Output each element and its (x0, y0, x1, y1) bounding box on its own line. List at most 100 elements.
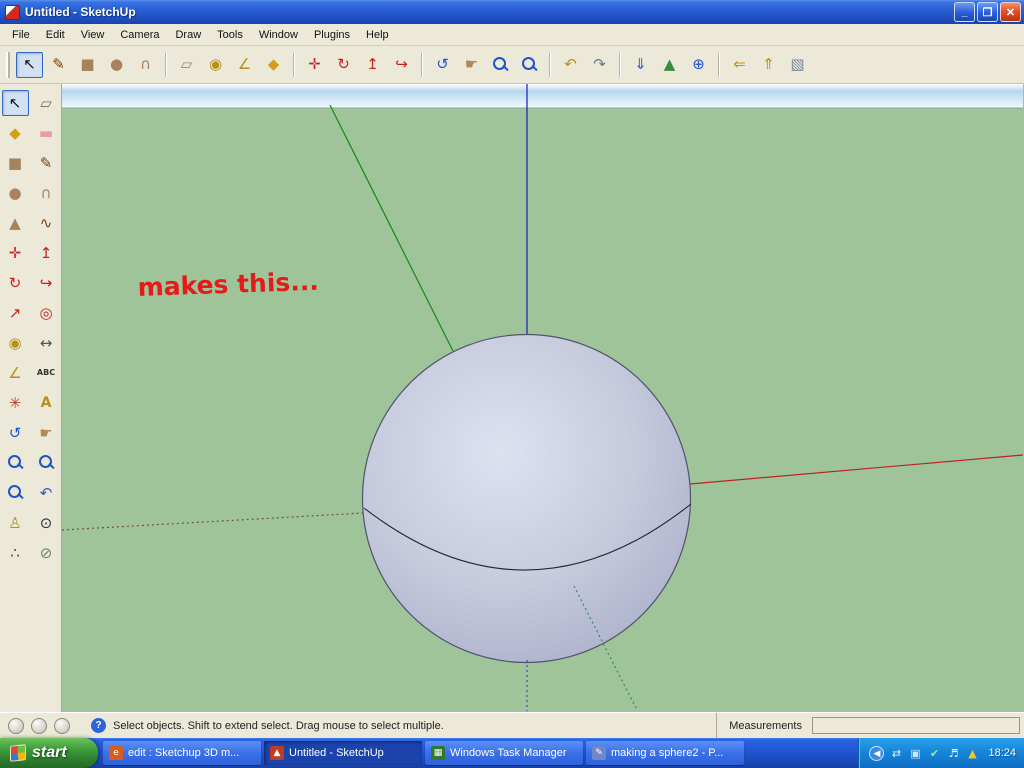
rectangle-tool[interactable]: ■ (74, 52, 101, 78)
axes-tool[interactable]: ✳ (2, 390, 29, 416)
push-pull-tool[interactable]: ↥ (33, 240, 60, 266)
get-models-tool[interactable]: ⇐ (726, 52, 753, 78)
zoom-extents-tool[interactable] (516, 52, 543, 78)
hide-icons-button[interactable]: ◀ (869, 745, 885, 761)
pan-tool[interactable]: ☛ (458, 52, 485, 78)
look-around-tool[interactable]: ⊙ (33, 510, 60, 536)
measurements-input[interactable] (812, 717, 1020, 734)
network-status-icon[interactable]: ⇄ (888, 745, 904, 761)
status-indicator-1[interactable] (8, 717, 24, 734)
select-tool[interactable]: ↖ (16, 51, 43, 78)
make-component-tool[interactable]: ▱ (33, 90, 60, 116)
paint-bucket-tool[interactable]: ◆ (2, 120, 29, 146)
toggle-terrain-tool[interactable]: ▲ (656, 52, 683, 78)
circle-tool[interactable]: ● (103, 52, 130, 78)
arc-tool[interactable]: ∩ (132, 52, 159, 78)
share-model-tool[interactable]: ⇑ (755, 52, 782, 78)
tool-icon: ⊕ (692, 55, 705, 73)
menu-file[interactable]: File (4, 26, 38, 44)
tape-measure-tool[interactable]: ◉ (202, 52, 229, 78)
next-view-tool[interactable]: ↷ (586, 52, 613, 78)
freehand-tool[interactable]: ∿ (33, 210, 60, 236)
previous-view-tool[interactable]: ↶ (557, 52, 584, 78)
protractor-tool[interactable]: ∠ (231, 52, 258, 78)
tool-icon (4, 482, 27, 504)
orbit-tool[interactable]: ↺ (429, 52, 456, 78)
menu-window[interactable]: Window (251, 26, 306, 44)
toolbar-drag-handle[interactable] (6, 51, 10, 78)
display-settings-icon[interactable]: ▣ (907, 745, 923, 761)
dimension-tool[interactable]: ↔ (33, 330, 60, 356)
google-earth-tool[interactable]: ⊕ (685, 52, 712, 78)
3d-text-tool[interactable]: A (33, 390, 60, 416)
menu-tools[interactable]: Tools (209, 26, 251, 44)
zoom-tool[interactable] (2, 450, 29, 476)
security-center-icon[interactable]: ✔ (926, 745, 942, 761)
offset-tool[interactable]: ◎ (33, 300, 60, 326)
text-tool[interactable]: ABC (33, 360, 60, 386)
tool-icon: A (40, 395, 52, 411)
line-tool[interactable]: ✎ (33, 150, 60, 176)
task-edit-sketchup-3d[interactable]: e edit : Sketchup 3D m... (103, 741, 261, 765)
position-camera-tool[interactable]: ♙ (2, 510, 29, 536)
polygon-tool[interactable]: ▲ (2, 210, 29, 236)
rotate-tool[interactable]: ↻ (330, 52, 357, 78)
menu-edit[interactable]: Edit (38, 26, 73, 44)
volume-icon[interactable]: ♬ (945, 745, 961, 761)
sphere[interactable] (361, 333, 692, 664)
tool-icon: ⇑ (762, 55, 775, 73)
viewport-canvas[interactable]: makes this... (62, 84, 1024, 712)
taskbar-tasks: e edit : Sketchup 3D m... ▲ Untitled - S… (98, 738, 858, 768)
eraser-tool[interactable]: ▬ (33, 120, 60, 146)
follow-me-tool[interactable]: ↪ (388, 52, 415, 78)
rotate-tool[interactable]: ↻ (2, 270, 29, 296)
arc-tool[interactable]: ∩ (33, 180, 60, 206)
maximize-button[interactable]: ❐ (977, 2, 998, 22)
scale-tool[interactable]: ↗ (2, 300, 29, 326)
move-tool[interactable]: ✛ (301, 52, 328, 78)
taskbar-clock[interactable]: 18:24 (988, 747, 1016, 759)
menu-draw[interactable]: Draw (167, 26, 209, 44)
eraser-tool[interactable]: ▱ (173, 52, 200, 78)
walk-tool[interactable]: ∴ (2, 540, 29, 566)
select-tool[interactable]: ↖ (1, 90, 29, 116)
task-making-a-sphere2[interactable]: ✎ making a sphere2 - P... (586, 741, 744, 765)
tape-measure-tool[interactable]: ◉ (2, 330, 29, 356)
menu-plugins[interactable]: Plugins (306, 26, 358, 44)
place-component-tool[interactable]: ▧ (784, 52, 811, 78)
menu-view[interactable]: View (73, 26, 113, 44)
previous-view-tool[interactable]: ↶ (33, 480, 60, 506)
line-tool[interactable]: ✎ (45, 52, 72, 78)
tool-icon: ▱ (40, 93, 52, 112)
start-button[interactable]: start (0, 738, 98, 768)
paint-bucket-tool[interactable]: ◆ (260, 52, 287, 78)
updates-icon[interactable]: ▲ (964, 745, 980, 761)
protractor-tool[interactable]: ∠ (2, 360, 29, 386)
push-pull-tool[interactable]: ↥ (359, 52, 386, 78)
task-untitled-sketchup[interactable]: ▲ Untitled - SketchUp (264, 741, 422, 765)
tray-icon-glyph: ▲ (968, 746, 977, 760)
rectangle-tool[interactable]: ■ (2, 150, 29, 176)
status-indicator-3[interactable] (54, 717, 70, 734)
pan-tool[interactable]: ☛ (33, 420, 60, 446)
tool-icon: ◆ (9, 123, 21, 142)
orbit-tool[interactable]: ↺ (2, 420, 29, 446)
status-indicator-2[interactable] (31, 717, 47, 734)
section-plane-tool[interactable]: ⊘ (33, 540, 60, 566)
tool-icon: ↶ (564, 55, 577, 73)
menu-help[interactable]: Help (358, 26, 397, 44)
zoom-tool[interactable] (487, 52, 514, 78)
menu-camera[interactable]: Camera (112, 26, 167, 44)
help-icon[interactable]: ? (91, 718, 106, 733)
zoom-window-tool[interactable] (33, 450, 60, 476)
task-windows-task-manager[interactable]: ▦ Windows Task Manager (425, 741, 583, 765)
top-toolbar: ↖ ✎ ■ ● ∩ ▱ ◉ ∠ ◆ ✛ ↻ ↥ ↪ ↺ ☛ ↶ ↷ ⇓ ▲ ⊕ … (0, 46, 1024, 84)
minimize-button[interactable]: _ (954, 2, 975, 22)
move-tool[interactable]: ✛ (2, 240, 29, 266)
close-button[interactable]: ✕ (1000, 2, 1021, 22)
follow-me-tool[interactable]: ↪ (33, 270, 60, 296)
tool-icon: ⇐ (733, 55, 746, 73)
get-current-view-tool[interactable]: ⇓ (627, 52, 654, 78)
circle-tool[interactable]: ● (2, 180, 29, 206)
zoom-extents-tool[interactable] (2, 480, 29, 506)
